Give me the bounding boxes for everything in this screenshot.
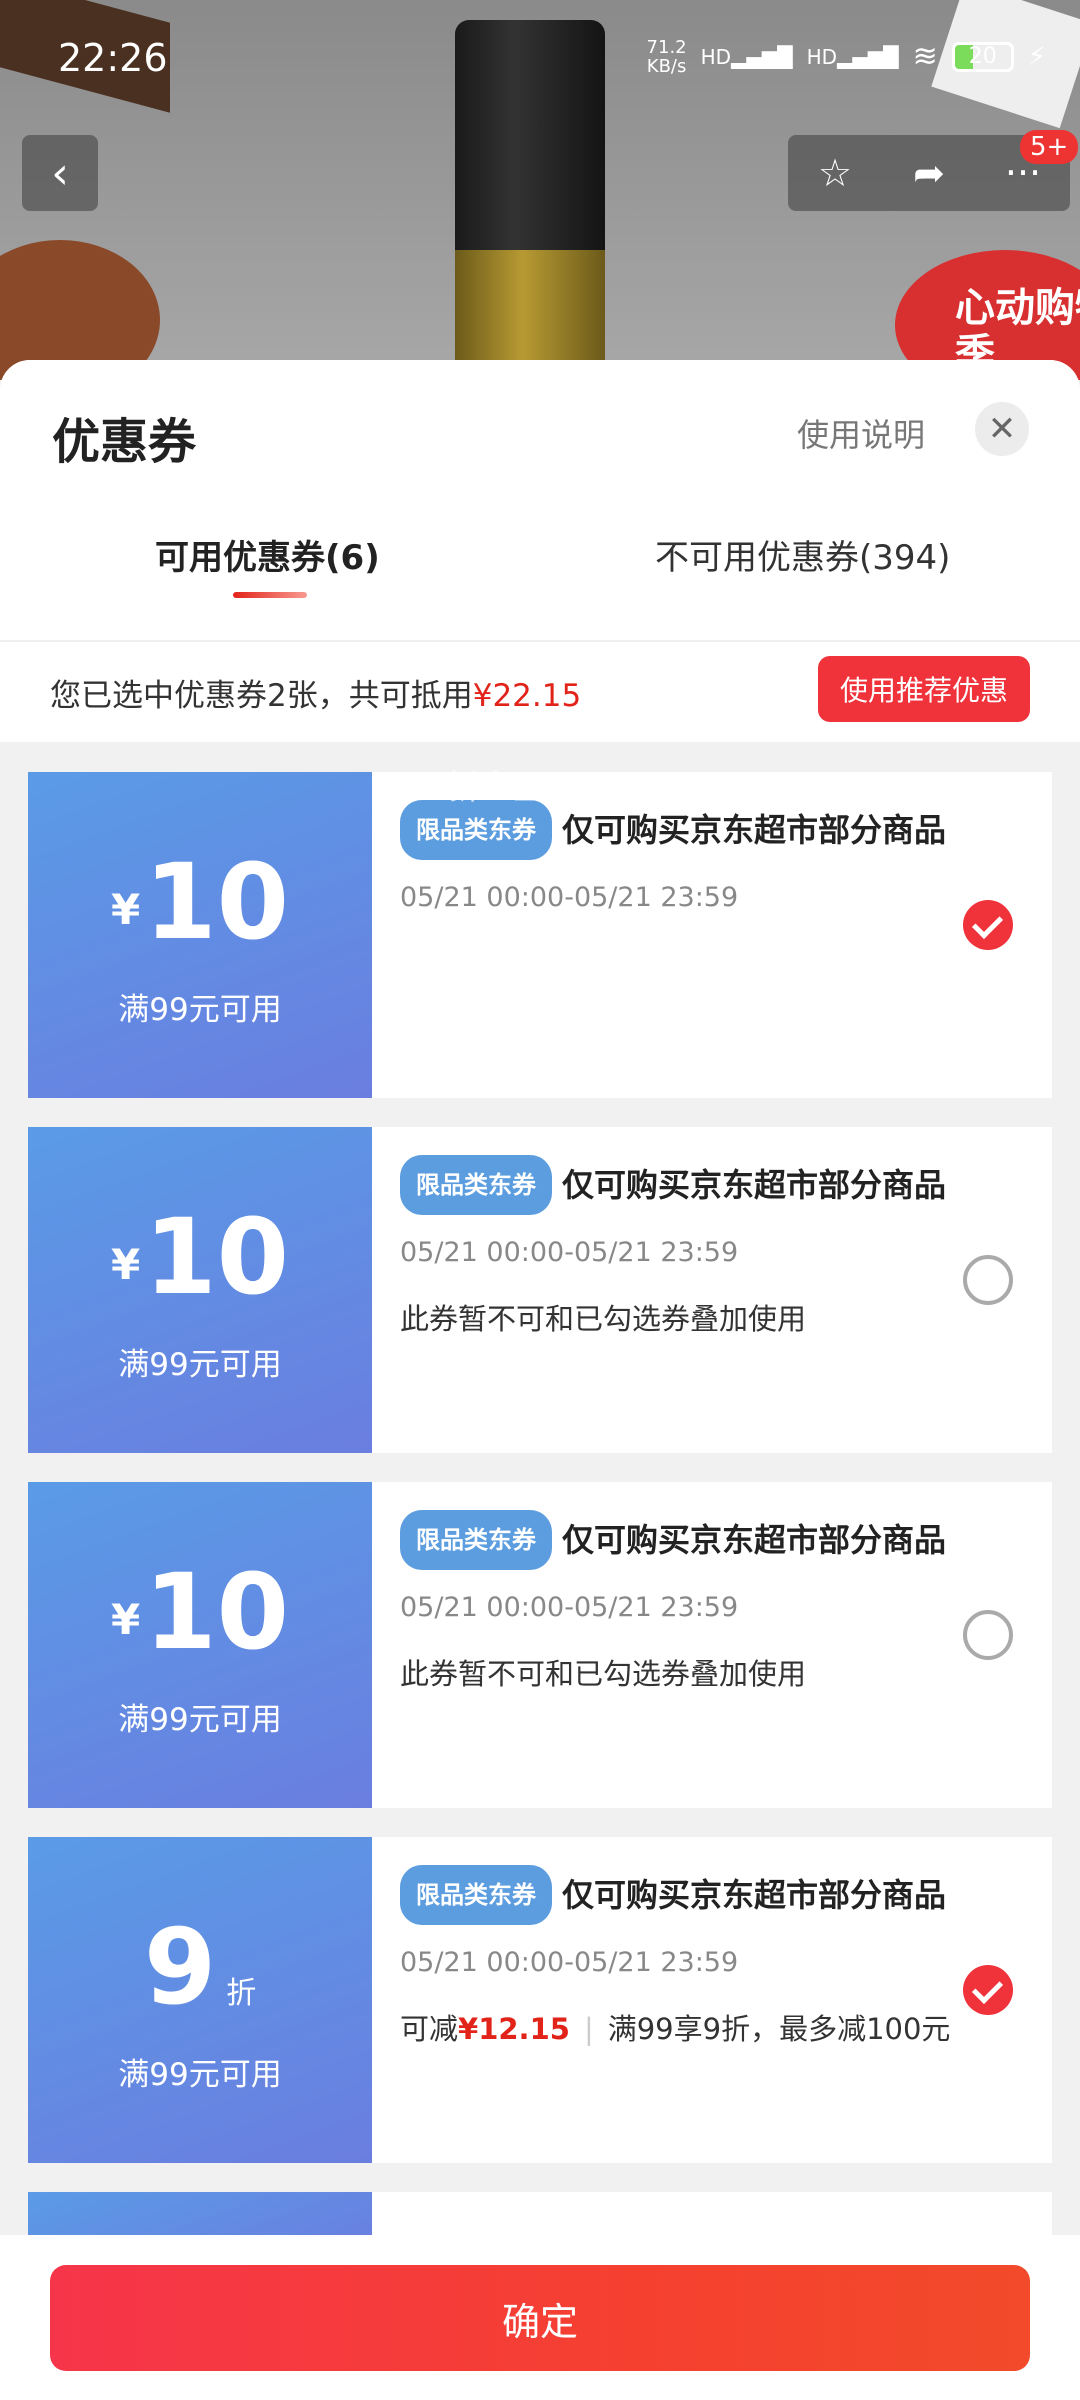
coupon-date: 05/21 00:00-05/21 23:59 — [400, 882, 739, 913]
coupon-desc: 仅可购买京东超市部分商品 — [562, 1521, 947, 1559]
tab-available[interactable]: 可用优惠券(6) — [155, 530, 380, 579]
close-icon: ✕ — [987, 409, 1017, 449]
coupon-card[interactable]: ¥10 满99元可用 限品类东券 仅可购买京东超市部分商品 05/21 00:00… — [22, 772, 1052, 1098]
coupon-info: 限品类东券 仅可购买京东超市部分商品 05/21 00:00-05/21 23:5… — [400, 1155, 990, 1338]
share-icon[interactable]: ➦ — [882, 151, 976, 195]
coupon-condition: 满99元可用 — [118, 992, 282, 1028]
summary-amount: ¥22.15 — [472, 678, 582, 714]
usage-help-link[interactable]: 使用说明 — [797, 410, 925, 456]
watermark: 新士豆 — [445, 768, 547, 808]
coupon-condition: 满99元可用 — [118, 2057, 282, 2093]
chevron-left-icon: ‹ — [51, 147, 69, 199]
coupon-desc: 仅可购买京东超市部分商品 — [562, 811, 947, 849]
sheet-title: 优惠券 — [52, 414, 197, 470]
footer-bar: 确定 — [0, 2235, 1080, 2400]
coupon-date: 05/21 00:00-05/21 23:59 — [400, 1592, 739, 1623]
coupon-date: 05/21 00:00-05/21 23:59 — [400, 1947, 739, 1978]
signal-icon-2: HD▂▄▆█ — [806, 45, 899, 69]
status-icons: 71.2 KB/s HD▂▄▆█ HD▂▄▆█ ≋ 20 ⚡ — [647, 38, 1046, 76]
coupon-note: 此券暂不可和已勾选券叠加使用 — [400, 1302, 807, 1336]
coupon-desc: 仅可购买京东超市部分商品 — [562, 1876, 947, 1914]
coupon-checkbox[interactable] — [963, 1610, 1013, 1660]
coupon-amount: ¥10 — [111, 1196, 289, 1318]
coupon-tag: 限品类东券 — [400, 800, 552, 860]
use-recommended-button[interactable]: 使用推荐优惠 — [818, 656, 1030, 722]
coupon-value-panel: 9折 满99元可用 — [22, 1837, 372, 2163]
coupon-amount: ¥10 — [111, 1551, 289, 1673]
coupon-note: 此券暂不可和已勾选券叠加使用 — [400, 1657, 807, 1691]
coupon-amount: ¥10 — [111, 841, 289, 963]
message-badge: 5+ — [1020, 130, 1079, 164]
sheet-header: 优惠券 使用说明 ✕ 可用优惠券(6) 不可用优惠券(394) 您已选中优惠券2… — [0, 360, 1080, 742]
wifi-icon: ≋ — [912, 39, 938, 74]
coupon-note: 可减¥12.15 | 满99享9折，最多减100元 — [400, 2012, 951, 2046]
battery-icon: 20 — [951, 42, 1014, 72]
coupon-tag: 限品类东券 — [400, 1510, 552, 1570]
status-bar: 22:26 71.2 KB/s HD▂▄▆█ HD▂▄▆█ ≋ 20 ⚡ — [0, 0, 1080, 120]
coupon-checkbox-checked[interactable] — [963, 1965, 1013, 2015]
coupon-value-panel: ¥10 满99元可用 — [22, 772, 372, 1098]
coupon-checkbox[interactable] — [963, 1255, 1013, 1305]
coupon-card[interactable]: 9折 满99元可用 限品类东券 仅可购买京东超市部分商品 05/21 00:00-… — [22, 1837, 1052, 2163]
decor-pot — [0, 240, 160, 380]
net-speed: 71.2 KB/s — [646, 37, 687, 77]
coupon-tag: 限品类东券 — [400, 1155, 552, 1215]
back-button[interactable]: ‹ — [22, 135, 98, 211]
coupon-value-panel: ¥10 满99元可用 — [22, 1127, 372, 1453]
coupon-info: 限品类东券 仅可购买京东超市部分商品 05/21 00:00-05/21 23:5… — [400, 800, 990, 913]
coupon-desc: 仅可购买京东超市部分商品 — [562, 1166, 947, 1204]
coupon-card[interactable]: ¥10 满99元可用 限品类东券 仅可购买京东超市部分商品 05/21 00:00… — [22, 1127, 1052, 1453]
tab-unavailable[interactable]: 不可用优惠券(394) — [655, 530, 950, 579]
confirm-button[interactable]: 确定 — [50, 2265, 1030, 2371]
coupon-info: 限品类东券 仅可购买京东超市部分商品 05/21 00:00-05/21 23:5… — [400, 1865, 990, 2048]
coupon-condition: 满99元可用 — [118, 1347, 282, 1383]
coupon-value-panel: ¥10 满99元可用 — [22, 1482, 372, 1808]
coupon-card[interactable]: ¥10 满99元可用 限品类东券 仅可购买京东超市部分商品 05/21 00:00… — [22, 1482, 1052, 1808]
coupon-date: 05/21 00:00-05/21 23:59 — [400, 1237, 739, 1268]
coupon-checkbox-checked[interactable] — [963, 900, 1013, 950]
summary-text: 您已选中优惠券2张，共可抵用¥22.15 — [50, 678, 582, 714]
close-button[interactable]: ✕ — [975, 402, 1029, 456]
coupon-info: 限品类东券 仅可购买京东超市部分商品 05/21 00:00-05/21 23:5… — [400, 1510, 990, 1693]
coupon-amount: 9折 — [143, 1906, 257, 2028]
signal-icon: HD▂▄▆█ — [700, 45, 793, 69]
selection-summary: 您已选中优惠券2张，共可抵用¥22.15 使用推荐优惠 — [0, 642, 1080, 742]
status-time: 22:26 — [58, 36, 168, 80]
star-icon[interactable]: ☆ — [788, 151, 882, 195]
charging-icon: ⚡ — [1027, 42, 1046, 72]
coupon-tag: 限品类东券 — [400, 1865, 552, 1925]
tab-indicator — [233, 592, 307, 598]
coupon-condition: 满99元可用 — [118, 1702, 282, 1738]
coupon-tabs: 可用优惠券(6) 不可用优惠券(394) — [0, 530, 1080, 642]
